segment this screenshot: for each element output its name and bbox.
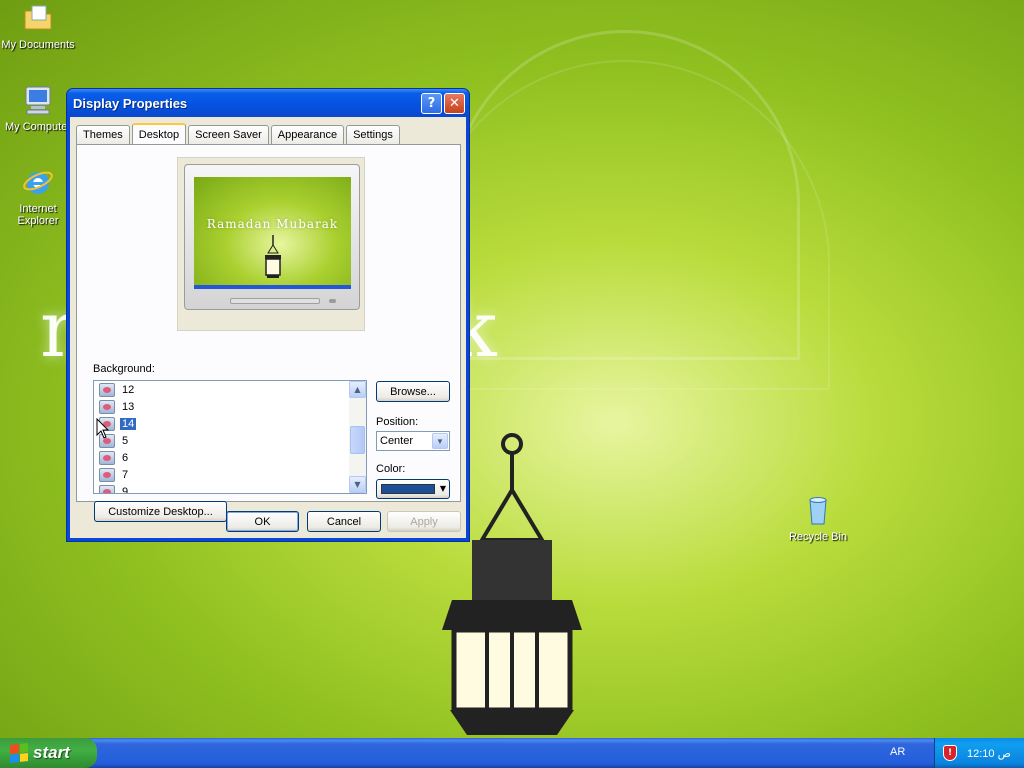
image-file-icon [99,382,115,397]
preview-taskbar [194,285,351,289]
list-item-selected[interactable]: 14 [94,415,366,432]
list-item[interactable]: 13 [94,398,366,415]
color-picker-button[interactable]: ▼ [376,479,450,499]
computer-icon [25,86,51,115]
image-file-icon [99,467,115,482]
desktop-icon-label: Internet Explorer [17,203,59,227]
desktop-icon-label: My Documents [1,39,75,51]
desktop-icon-recycle-bin[interactable]: Recycle Bin [780,494,856,543]
preview-lantern-icon [265,235,281,278]
folder-icon [24,5,52,30]
window-title: Display Properties [73,95,188,111]
tab-appearance[interactable]: Appearance [270,125,345,144]
ok-button[interactable]: OK [226,511,299,532]
system-tray: ! ص 12:10 [934,738,1024,768]
monitor-frame: Ramadan Mubarak [184,164,360,310]
recycle-bin-icon [809,497,827,525]
display-properties-window: Display Properties ? ✕ Themes Desktop Sc… [66,88,470,542]
clock[interactable]: ص 12:10 [967,747,1011,760]
list-item[interactable]: 7 [94,466,366,483]
tab-strip: Themes Desktop Screen Saver Appearance S… [76,123,402,144]
taskbar: start AR ! ص 12:10 [0,738,1024,768]
chevron-down-icon[interactable]: ▼ [432,433,448,449]
list-item[interactable]: 12 [94,381,366,398]
position-select[interactable]: Center ▼ [376,431,450,451]
position-value: Center [380,435,414,447]
image-file-icon [99,450,115,465]
scroll-down-icon[interactable]: ▼ [349,476,366,493]
list-item-label: 12 [122,383,135,396]
tab-screen-saver[interactable]: Screen Saver [188,125,269,144]
monitor-preview: Ramadan Mubarak [177,157,365,331]
monitor-stand [230,298,320,304]
windows-logo-icon [10,743,28,763]
list-item-label: 6 [122,451,129,464]
start-label: start [33,743,70,762]
desktop-tab-panel: Ramadan Mubarak Background: 12 13 14 5 6… [76,144,461,522]
scrollbar-thumb[interactable] [350,426,365,454]
cancel-button[interactable]: Cancel [307,511,381,532]
color-label: Color: [376,463,406,475]
list-item-label: 13 [122,400,135,413]
chevron-down-icon: ▼ [439,484,446,493]
listbox-scrollbar[interactable]: ▲ ▼ [349,381,366,493]
customize-desktop-button[interactable]: Customize Desktop... [94,501,227,522]
desktop-icon-label: My Computer [4,121,72,133]
background-label: Background: [93,363,155,375]
list-item-label: 7 [122,468,129,481]
list-item-label: 14 [120,417,137,430]
desktop-icon-label: Recycle Bin [788,531,848,543]
tab-desktop[interactable]: Desktop [131,123,187,144]
preview-screen: Ramadan Mubarak [194,177,351,289]
list-item[interactable]: 9 [94,483,366,494]
color-swatch [381,484,435,494]
internet-explorer-icon [23,171,53,194]
tab-settings[interactable]: Settings [346,125,400,144]
desktop-icon-my-computer[interactable]: My Computer [0,84,76,133]
list-item-label: 5 [122,434,129,447]
tab-themes[interactable]: Themes [76,125,130,144]
browse-button[interactable]: Browse... [376,381,450,402]
desktop-icon-my-documents[interactable]: My Documents [0,2,76,51]
monitor-power-led [329,299,336,303]
list-item-label: 9 [122,485,129,494]
apply-button[interactable]: Apply [387,511,461,532]
language-indicator[interactable]: AR [890,746,905,758]
security-shield-icon[interactable]: ! [943,745,957,761]
image-file-icon [99,484,115,493]
position-label: Position: [376,416,419,428]
image-file-icon [99,399,115,414]
scroll-up-icon[interactable]: ▲ [349,381,366,398]
help-button[interactable]: ? [421,92,442,114]
list-item[interactable]: 6 [94,449,366,466]
list-item[interactable]: 5 [94,432,366,449]
preview-wallpaper-text: Ramadan Mubarak [206,217,339,231]
window-client: Themes Desktop Screen Saver Appearance S… [70,117,466,538]
close-button[interactable]: ✕ [444,92,465,114]
background-listbox[interactable]: 12 13 14 5 6 7 9 ▲ ▼ [93,380,367,494]
start-button[interactable]: start [0,738,97,768]
desktop-icon-internet-explorer[interactable]: Internet Explorer [0,166,76,227]
mouse-cursor-icon [96,418,110,439]
title-bar[interactable]: Display Properties ? ✕ [67,89,469,117]
